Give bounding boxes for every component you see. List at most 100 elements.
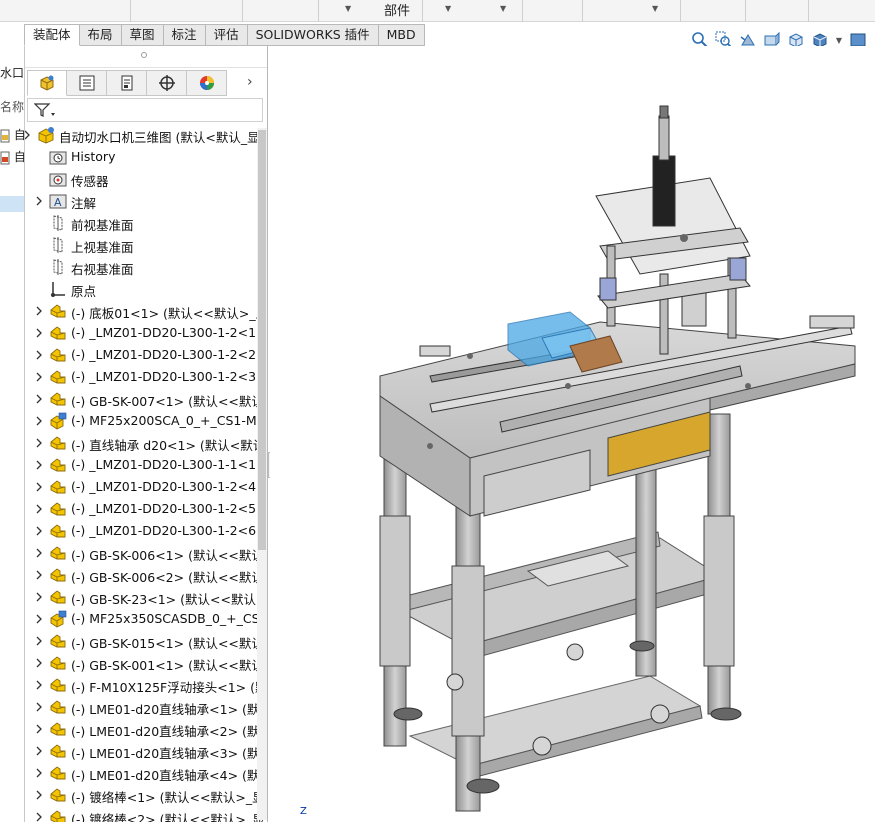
display-manager-tab[interactable] — [187, 70, 227, 96]
dropdown-arrow-icon[interactable]: ▼ — [652, 4, 658, 13]
chevron-right-icon[interactable] — [35, 547, 43, 558]
chevron-right-icon[interactable] — [35, 525, 43, 536]
tree-item-23[interactable]: (-) GB-SK-015<1> (默认<<默认 — [25, 630, 267, 652]
tree-filter-bar[interactable] — [27, 98, 263, 122]
tab-evaluate[interactable]: 评估 — [205, 24, 248, 46]
tree-item-25[interactable]: (-) F-M10X125F浮动接头<1> (默 — [25, 674, 267, 696]
tree-item-2[interactable]: 传感器 — [25, 168, 267, 190]
tab-addins[interactable]: SOLIDWORKS 插件 — [247, 24, 379, 46]
tree-item-26[interactable]: (-) LME01-d20直线轴承<1> (默 — [25, 696, 267, 718]
chevron-right-icon[interactable] — [35, 789, 43, 800]
tab-mbd[interactable]: MBD — [378, 24, 425, 46]
tree-item-10[interactable]: (-) _LMZ01-DD20-L300-1-2<2> — [25, 344, 267, 366]
tree-item-6[interactable]: 右视基准面 — [25, 256, 267, 278]
dimxpert-manager-tab[interactable] — [147, 70, 187, 96]
tree-item-27[interactable]: (-) LME01-d20直线轴承<2> (默 — [25, 718, 267, 740]
chevron-right-icon[interactable] — [25, 129, 31, 140]
tree-item-13[interactable]: (-) MF25x200SCA_0_+_CS1-M- — [25, 410, 267, 432]
assembly-icon — [49, 610, 67, 628]
panel-grip[interactable] — [25, 46, 267, 68]
tree-item-11[interactable]: (-) _LMZ01-DD20-L300-1-2<3> — [25, 366, 267, 388]
chevron-right-icon[interactable] — [35, 415, 43, 426]
tab-sketch[interactable]: 草图 — [121, 24, 164, 46]
machine-model-render[interactable] — [270, 46, 875, 822]
chevron-right-icon[interactable] — [35, 327, 43, 338]
tree-item-5[interactable]: 上视基准面 — [25, 234, 267, 256]
tree-item-1[interactable]: History — [25, 146, 267, 168]
chevron-right-icon[interactable] — [35, 723, 43, 734]
tree-item-24[interactable]: (-) GB-SK-001<1> (默认<<默认 — [25, 652, 267, 674]
tree-item-29[interactable]: (-) LME01-d20直线轴承<4> (默 — [25, 762, 267, 784]
chevron-right-icon[interactable] — [35, 569, 43, 580]
property-manager-icon — [79, 75, 94, 91]
ribbon-separator — [680, 0, 681, 22]
graphics-area[interactable] — [270, 46, 875, 822]
chevron-right-icon[interactable] — [35, 767, 43, 778]
tab-assembly[interactable]: 装配体 — [24, 24, 80, 46]
dropdown-arrow-icon[interactable]: ▼ — [345, 4, 351, 13]
chevron-right-icon[interactable] — [35, 481, 43, 492]
docked-explorer-strip: 水口 名称 自 自 — [0, 50, 26, 822]
svg-text:A: A — [54, 196, 62, 209]
feature-tree-tab[interactable] — [27, 70, 67, 96]
chevron-right-icon[interactable] — [35, 811, 43, 822]
chevron-right-icon[interactable] — [35, 305, 43, 316]
tree-item-label: (-) F-M10X125F浮动接头<1> (默 — [71, 680, 267, 695]
dropdown-arrow-icon[interactable]: ▼ — [445, 4, 451, 13]
tree-item-label: 传感器 — [71, 174, 109, 189]
part-icon — [49, 302, 67, 320]
plane-icon — [49, 236, 67, 254]
chevron-right-icon[interactable] — [35, 701, 43, 712]
explorer-file-item[interactable]: 自 — [0, 126, 26, 143]
tree-item-7[interactable]: 原点 — [25, 278, 267, 300]
tree-item-21[interactable]: (-) GB-SK-23<1> (默认<<默认 — [25, 586, 267, 608]
tree-item-4[interactable]: 前视基准面 — [25, 212, 267, 234]
tree-item-8[interactable]: (-) 底板01<1> (默认<<默认>_显 — [25, 300, 267, 322]
tree-item-label: 上视基准面 — [71, 240, 134, 255]
tree-item-17[interactable]: (-) _LMZ01-DD20-L300-1-2<5> — [25, 498, 267, 520]
tree-item-16[interactable]: (-) _LMZ01-DD20-L300-1-2<4> — [25, 476, 267, 498]
tree-item-22[interactable]: (-) MF25x350SCASDB_0_+_CS1 — [25, 608, 267, 630]
scrollbar-thumb[interactable] — [258, 130, 266, 550]
tree-item-28[interactable]: (-) LME01-d20直线轴承<3> (默 — [25, 740, 267, 762]
chevron-right-icon[interactable] — [35, 613, 43, 624]
part-icon — [49, 544, 67, 562]
ribbon-partial-label[interactable]: 部件 — [384, 0, 410, 19]
tree-item-15[interactable]: (-) _LMZ01-DD20-L300-1-1<1> — [25, 454, 267, 476]
filter-icon[interactable] — [34, 102, 56, 118]
tree-item-label: (-) _LMZ01-DD20-L300-1-1<1> — [71, 457, 267, 472]
tree-item-14[interactable]: (-) 直线轴承 d20<1> (默认<默认 — [25, 432, 267, 454]
chevron-right-icon[interactable] — [35, 459, 43, 470]
tree-item-31[interactable]: (-) 镀络棒<2> (默认<<默认>_显 — [25, 806, 267, 822]
tree-item-18[interactable]: (-) _LMZ01-DD20-L300-1-2<6> — [25, 520, 267, 542]
explorer-file-item[interactable]: 自 — [0, 148, 26, 165]
ribbon-separator — [745, 0, 746, 22]
tree-item-30[interactable]: (-) 镀络棒<1> (默认<<默认>_显 — [25, 784, 267, 806]
tree-item-label: (-) _LMZ01-DD20-L300-1-2<4> — [71, 479, 267, 494]
chevron-right-icon[interactable] — [35, 657, 43, 668]
chevron-right-icon[interactable] — [35, 679, 43, 690]
tree-item-9[interactable]: (-) _LMZ01-DD20-L300-1-2<1> — [25, 322, 267, 344]
tab-layout[interactable]: 布局 — [79, 24, 122, 46]
tree-item-12[interactable]: (-) GB-SK-007<1> (默认<<默认 — [25, 388, 267, 410]
tree-item-19[interactable]: (-) GB-SK-006<1> (默认<<默认 — [25, 542, 267, 564]
dropdown-arrow-icon[interactable]: ▼ — [500, 4, 506, 13]
chevron-right-icon[interactable] — [35, 745, 43, 756]
tab-markup[interactable]: 标注 — [163, 24, 206, 46]
tree-scrollbar[interactable] — [257, 128, 267, 820]
axis-triad-label: Z — [300, 806, 307, 817]
property-manager-tab[interactable] — [67, 70, 107, 96]
chevron-right-icon[interactable] — [35, 393, 43, 404]
chevron-right-icon[interactable] — [35, 195, 43, 206]
chevron-right-icon[interactable] — [35, 371, 43, 382]
chevron-right-icon[interactable] — [35, 591, 43, 602]
chevron-right-icon[interactable] — [35, 437, 43, 448]
chevron-right-icon[interactable] — [35, 349, 43, 360]
chevron-right-icon[interactable] — [35, 635, 43, 646]
tree-item-20[interactable]: (-) GB-SK-006<2> (默认<<默认 — [25, 564, 267, 586]
configuration-manager-tab[interactable] — [107, 70, 147, 96]
tree-item-root-assembly[interactable]: 自动切水口机三维图 (默认<默认_显 — [25, 124, 267, 146]
panel-expand-chevron-icon[interactable]: › — [247, 74, 253, 90]
tree-item-3[interactable]: A 注解 — [25, 190, 267, 212]
chevron-right-icon[interactable] — [35, 503, 43, 514]
